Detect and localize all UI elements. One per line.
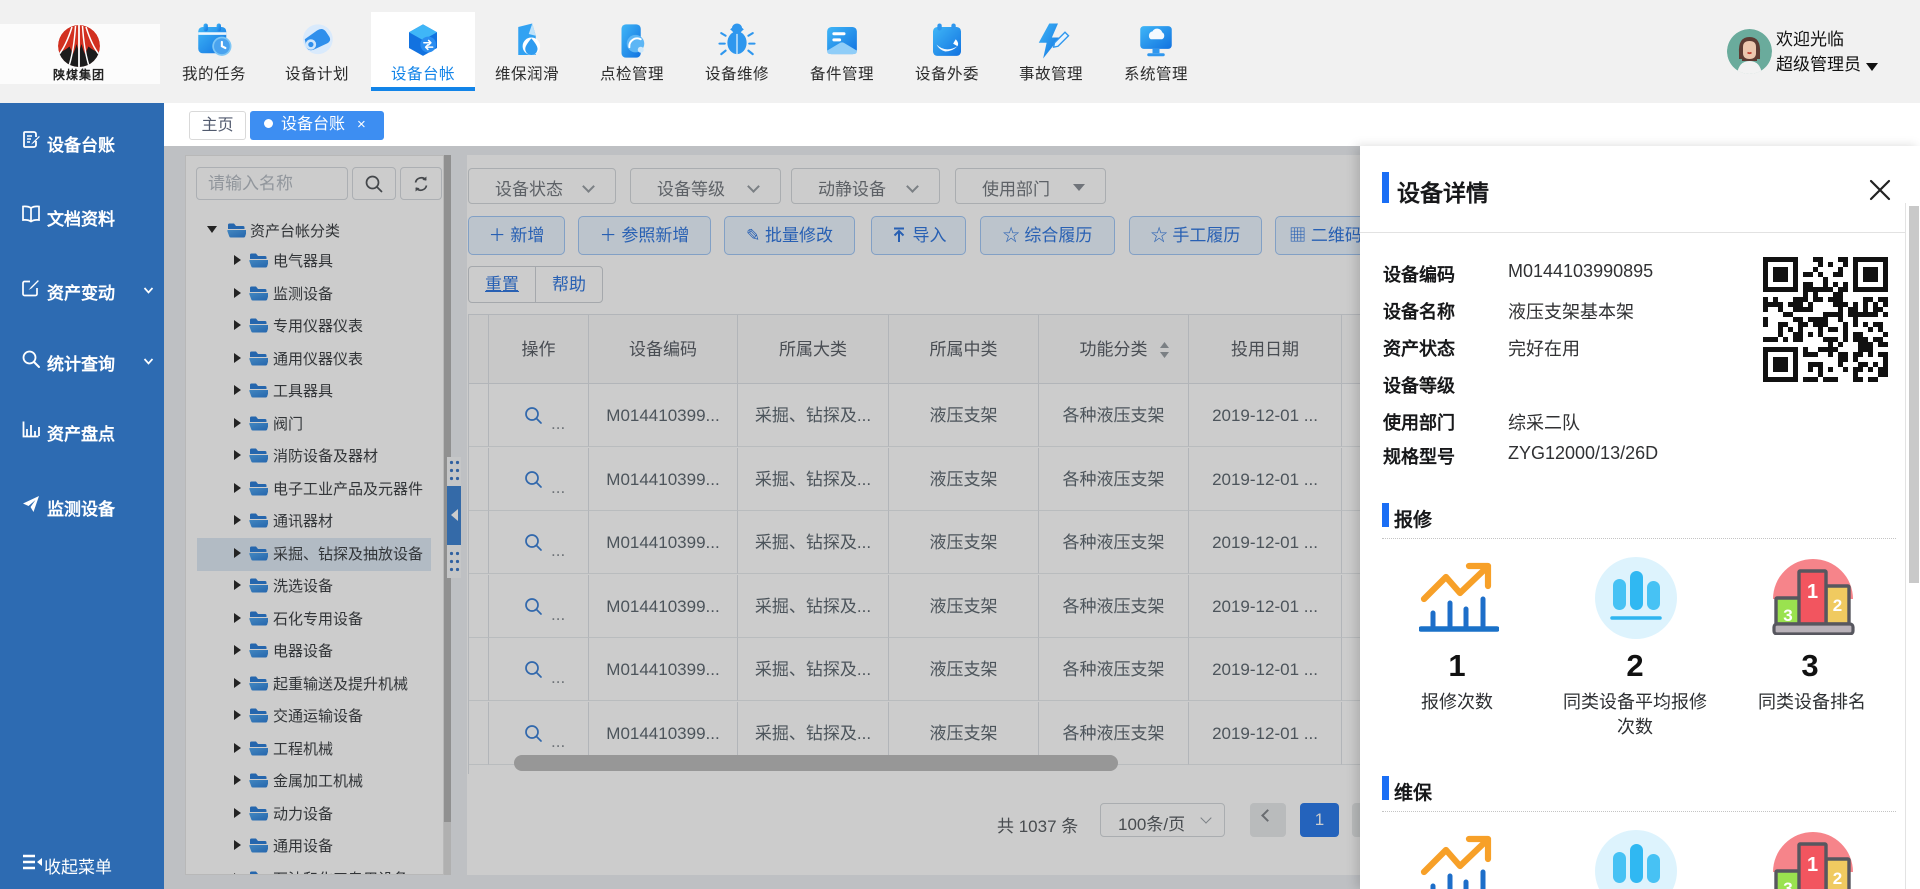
svg-text:陕煤集团: 陕煤集团 — [53, 67, 105, 82]
